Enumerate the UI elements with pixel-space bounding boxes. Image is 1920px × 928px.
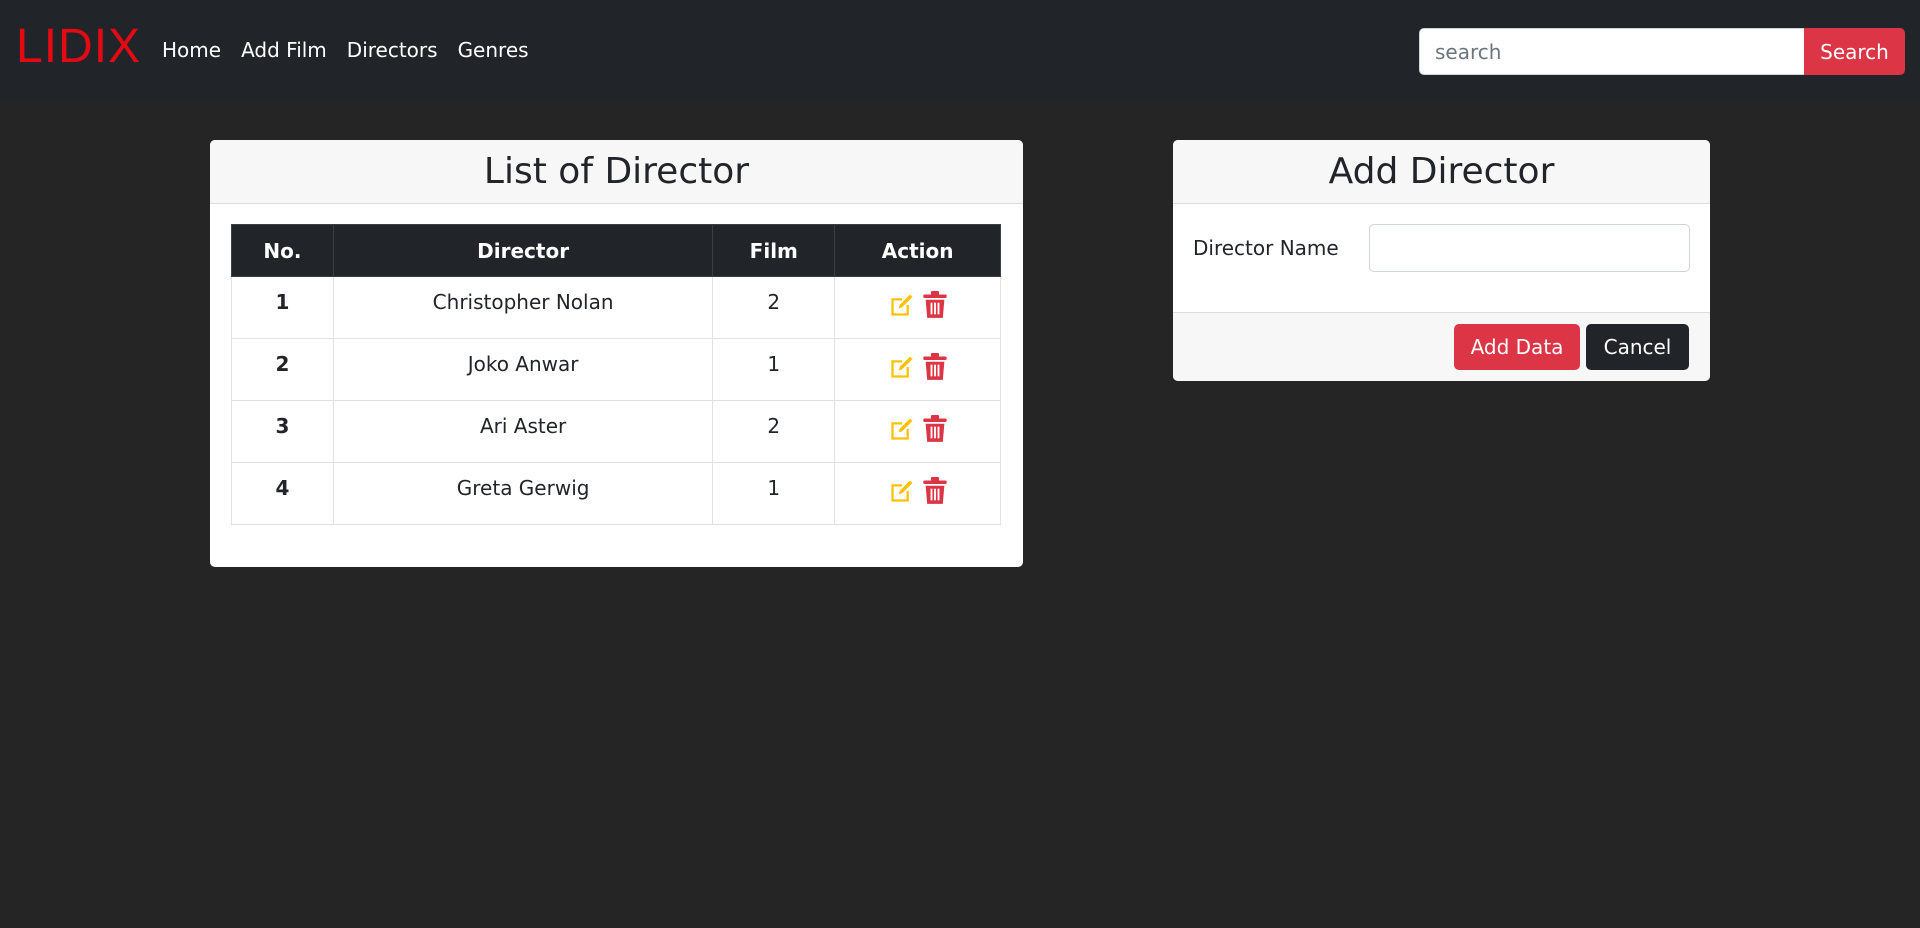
add-director-title: Add Director	[1328, 150, 1555, 192]
table-row: 1 Christopher Nolan 2	[231, 276, 1001, 339]
director-name: Christopher Nolan	[332, 276, 714, 339]
table-header-row: No. Director Film Action	[231, 224, 1001, 277]
table-row: 2 Joko Anwar 1	[231, 338, 1001, 401]
trash-icon[interactable]	[923, 415, 947, 443]
row-actions	[834, 276, 1001, 339]
table-row: 4 Greta Gerwig 1	[231, 462, 1001, 525]
row-number: 4	[231, 462, 334, 525]
add-director-footer: Add Data Cancel	[1173, 312, 1710, 381]
director-name-row: Director Name	[1193, 224, 1690, 272]
search-input[interactable]	[1419, 28, 1804, 75]
column-header-film: Film	[712, 224, 836, 277]
row-number: 1	[231, 276, 334, 339]
director-name: Greta Gerwig	[332, 462, 714, 525]
add-data-button[interactable]: Add Data	[1454, 324, 1580, 370]
row-number: 2	[231, 338, 334, 401]
trash-icon[interactable]	[923, 477, 947, 505]
director-list-header: List of Director	[210, 140, 1023, 204]
film-count: 1	[712, 338, 836, 401]
nav-link-add-film[interactable]: Add Film	[241, 36, 327, 64]
edit-icon[interactable]	[888, 354, 915, 381]
director-name-label: Director Name	[1193, 236, 1339, 260]
row-number: 3	[231, 400, 334, 463]
search-form: Search	[1419, 28, 1905, 75]
nav-links: Home Add Film Directors Genres	[162, 36, 549, 64]
nav-link-directors[interactable]: Directors	[347, 36, 438, 64]
film-count: 1	[712, 462, 836, 525]
film-count: 2	[712, 400, 836, 463]
column-header-director: Director	[332, 224, 714, 277]
table-row: 3 Ari Aster 2	[231, 400, 1001, 463]
row-actions	[834, 400, 1001, 463]
search-button[interactable]: Search	[1804, 28, 1905, 75]
director-table: No. Director Film Action 1 Christopher N…	[231, 224, 1001, 525]
row-actions	[834, 462, 1001, 525]
column-header-no: No.	[231, 224, 334, 277]
director-name-input[interactable]	[1369, 224, 1690, 272]
brand-logo[interactable]: LIDIX	[16, 19, 141, 75]
add-director-card: Add Director Director Name Add Data Canc…	[1173, 140, 1710, 381]
edit-icon[interactable]	[888, 292, 915, 319]
navbar: LIDIX Home Add Film Directors Genres Sea…	[0, 0, 1920, 102]
cancel-button[interactable]: Cancel	[1586, 324, 1689, 370]
director-name: Joko Anwar	[332, 338, 714, 401]
row-actions	[834, 338, 1001, 401]
add-director-header: Add Director	[1173, 140, 1710, 204]
director-name: Ari Aster	[332, 400, 714, 463]
nav-link-genres[interactable]: Genres	[458, 36, 529, 64]
edit-icon[interactable]	[888, 478, 915, 505]
director-list-card: List of Director No. Director Film Actio…	[210, 140, 1023, 567]
director-list-title: List of Director	[483, 150, 750, 192]
trash-icon[interactable]	[923, 291, 947, 319]
column-header-action: Action	[834, 224, 1001, 277]
nav-link-home[interactable]: Home	[162, 36, 221, 64]
edit-icon[interactable]	[888, 416, 915, 443]
film-count: 2	[712, 276, 836, 339]
trash-icon[interactable]	[923, 353, 947, 381]
